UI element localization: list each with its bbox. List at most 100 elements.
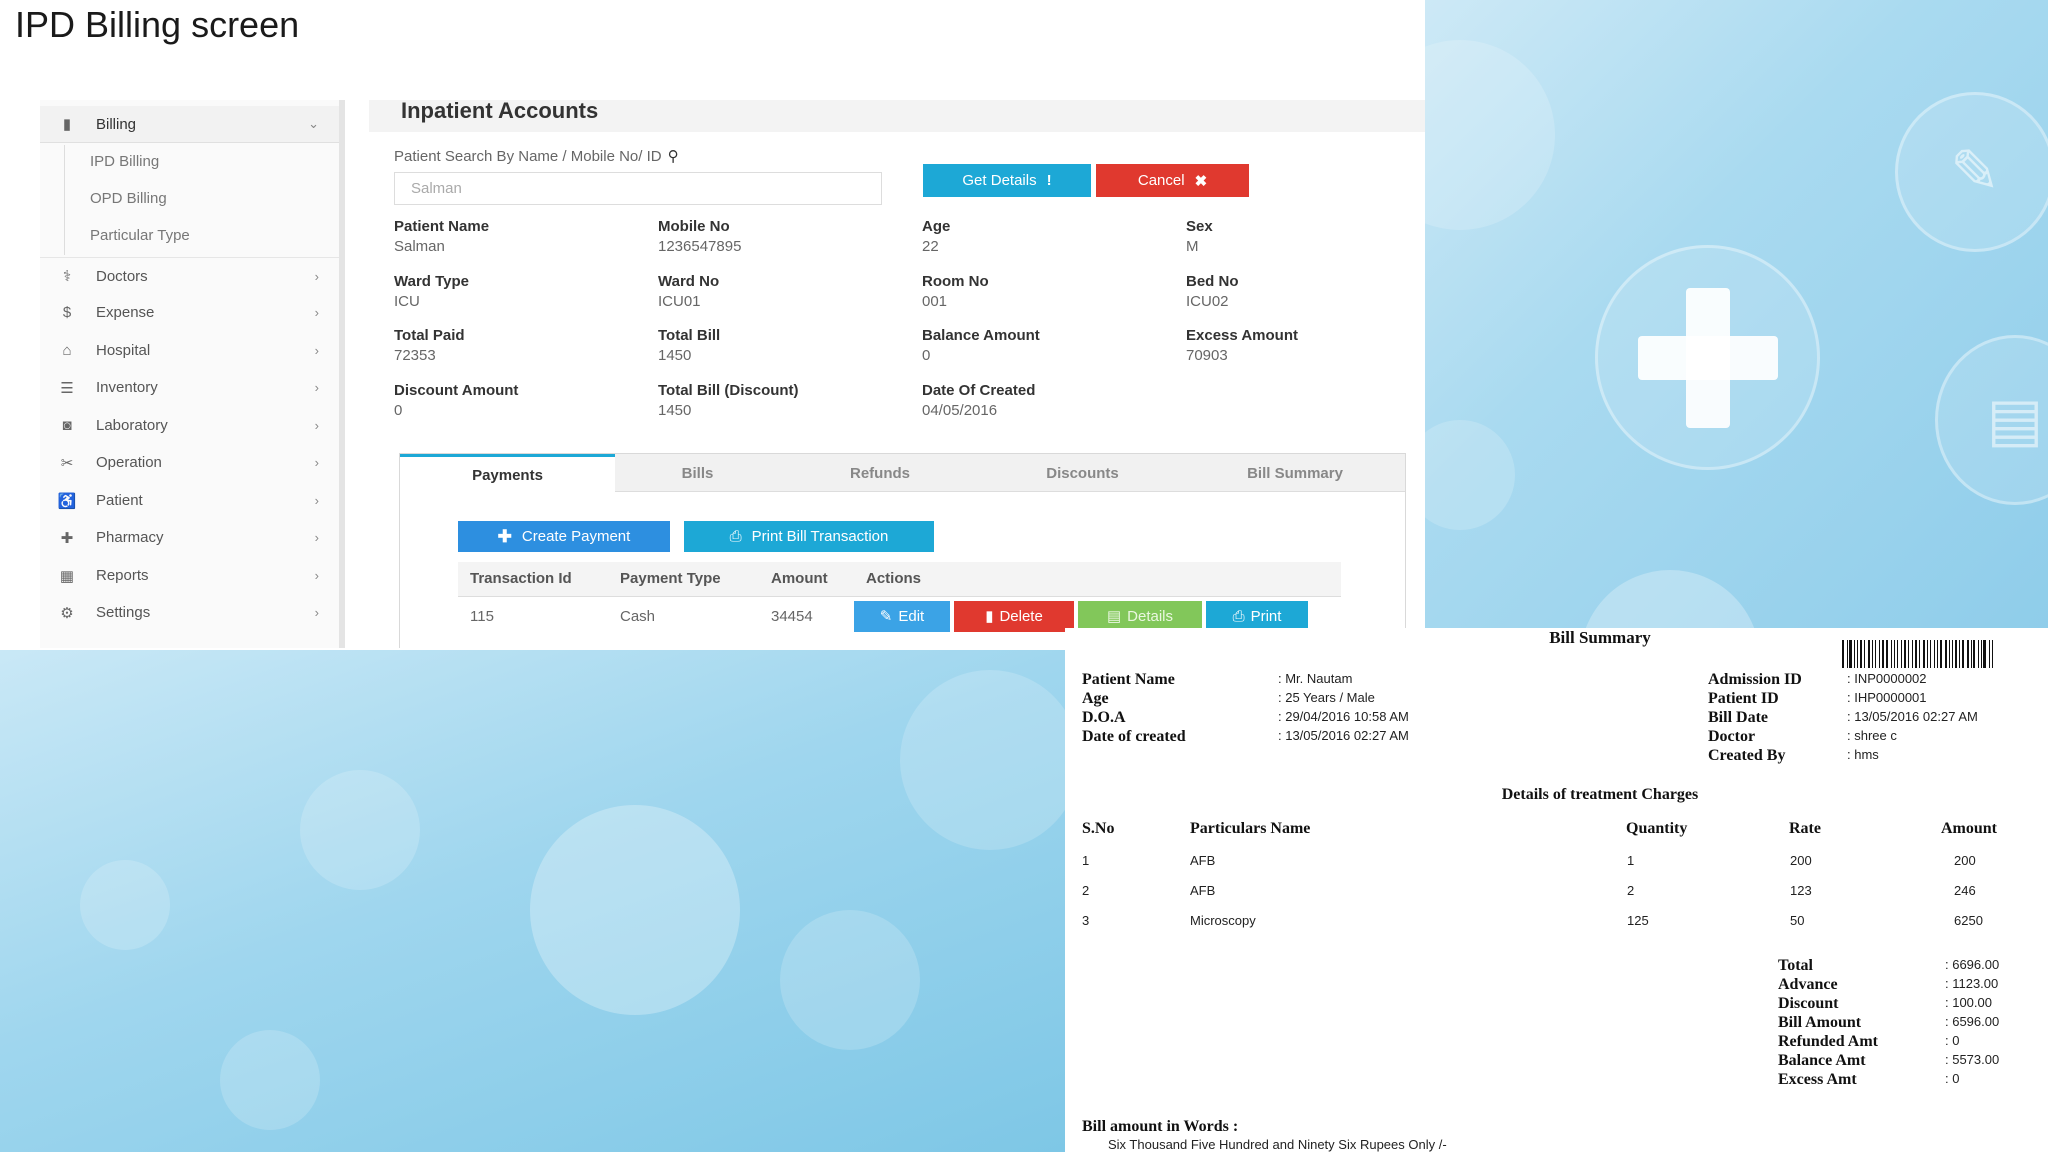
get-details-button[interactable]: Get Details ! [923, 164, 1091, 197]
field-patient-name: Patient Name Salman [394, 218, 654, 255]
field-value: 1450 [658, 402, 692, 419]
transactions-table: Transaction Id Payment Type Amount Actio… [458, 562, 1341, 636]
edit-label: Edit [898, 607, 925, 625]
field-value: ICU [394, 293, 420, 310]
bokeh-circle [220, 1030, 320, 1130]
sidebar-item-laboratory[interactable]: ◙ Laboratory › [40, 407, 339, 444]
chevron-down-icon: ⌄ [308, 116, 319, 131]
cancel-button[interactable]: Cancel ✖ [1096, 164, 1249, 197]
tab-bill-summary[interactable]: Bill Summary [1185, 454, 1405, 492]
sidebar-subitem-particular-type[interactable]: Particular Type [40, 217, 339, 254]
barcode-bar [1897, 640, 1898, 668]
barcode-bar [1955, 640, 1957, 668]
sidebar-item-doctors[interactable]: ⚕ Doctors › [40, 257, 339, 294]
create-payment-label: Create Payment [521, 528, 631, 545]
page-title: Inpatient Accounts [401, 100, 599, 123]
print-bill-transaction-button[interactable]: ⎙ Print Bill Transaction [684, 521, 934, 552]
column-header: Payment Type [608, 562, 759, 597]
laboratory-icon: ◙ [62, 417, 72, 434]
delete-button[interactable]: ▮ Delete [954, 600, 1074, 632]
chevron-right-icon: › [314, 305, 319, 320]
charges-cell: AFB [1190, 883, 1216, 898]
sidebar-item-settings[interactable]: ⚙ Settings › [40, 594, 339, 631]
sidebar-item-inventory[interactable]: ☰ Inventory › [40, 369, 339, 406]
sidebar-item-label: Inventory [96, 379, 158, 396]
sidebar-item-patient[interactable]: ♿ Patient › [40, 482, 339, 519]
delete-label: Delete [999, 607, 1043, 625]
details-icon: ▤ [1106, 608, 1122, 625]
advance-label: Advance [1778, 976, 1838, 993]
bill-summary-document: Bill Summary Patient Name : Mr. Nautam A… [1065, 628, 2048, 1152]
column-header: Amount [759, 562, 854, 597]
tab-bills[interactable]: Bills [615, 454, 780, 492]
field-bed-no: Bed No ICU02 [1186, 273, 1425, 310]
dollar-icon: $ [62, 304, 72, 321]
barcode-bar [1857, 640, 1859, 668]
sidebar-subitem-opd-billing[interactable]: OPD Billing [40, 180, 339, 217]
sidebar-item-reports[interactable]: ▦ Reports › [40, 557, 339, 594]
chevron-right-icon: › [314, 418, 319, 433]
bill-amount-label: Bill Amount [1778, 1014, 1862, 1031]
field-label: Total Paid [394, 327, 465, 344]
transaction-id-cell: 115 [470, 607, 494, 625]
barcode-bar [1991, 640, 1994, 668]
printer-icon: ⎙ [729, 528, 742, 545]
field-balance-amount: Balance Amount 0 [922, 327, 1182, 364]
edit-button[interactable]: ✎ Edit [854, 600, 950, 632]
medical-cross-icon [1637, 287, 1778, 428]
search-label: Patient Search By Name / Mobile No/ ID ⚲ [394, 147, 679, 166]
charges-cell: AFB [1190, 853, 1216, 868]
barcode-bar [1958, 640, 1960, 668]
tab-refunds[interactable]: Refunds [780, 454, 980, 492]
charges-cell: 200 [1790, 853, 1812, 868]
chevron-right-icon: › [314, 455, 319, 470]
barcode-image [1842, 640, 1994, 668]
field-value: 72353 [394, 347, 436, 364]
barcode-bar [1860, 640, 1862, 668]
sidebar-item-billing[interactable]: ▮ Billing ⌄ [40, 106, 339, 143]
tab-payments[interactable]: Payments [400, 454, 615, 493]
medical-cross-circle-icon [1595, 245, 1820, 470]
sidebar-item-label: Expense [96, 304, 155, 321]
field-label: Total Bill (Discount) [658, 382, 799, 399]
charges-header: Amount [1941, 820, 1998, 837]
bill-value-doctor: : shree c [1847, 728, 1897, 743]
tab-discounts[interactable]: Discounts [980, 454, 1185, 492]
bokeh-circle [530, 805, 740, 1015]
field-label: Bed No [1186, 273, 1239, 290]
barcode-bar [1944, 640, 1947, 668]
field-excess-amount: Excess Amount 70903 [1186, 327, 1425, 364]
field-value: M [1186, 238, 1199, 255]
details-button[interactable]: ▤ Details [1078, 600, 1202, 632]
inventory-icon: ☰ [60, 379, 74, 397]
syringe-circle-icon: ✎ [1895, 92, 2048, 252]
total-value: : 6696.00 [1945, 957, 2000, 972]
bill-label-admission-id: Admission ID [1708, 671, 1802, 688]
barcode-bar [1863, 640, 1865, 668]
bokeh-circle [900, 670, 1065, 850]
background-panel-bottom [0, 650, 1065, 1152]
field-total-bill-discount: Total Bill (Discount) 1450 [658, 382, 918, 419]
barcode-bar [1871, 640, 1874, 668]
bill-value-doa: : 29/04/2016 10:58 AM [1278, 709, 1409, 724]
app-screenshot: ▮ Billing ⌄ IPD Billing OPD Billing Part… [40, 100, 1425, 648]
sidebar-item-expense[interactable]: $ Expense › [40, 294, 339, 331]
create-payment-button[interactable]: ✚ Create Payment [458, 521, 670, 552]
field-sex: Sex M [1186, 218, 1425, 255]
field-value: 0 [922, 347, 931, 364]
charges-cell: 2 [1627, 883, 1635, 898]
print-bill-label: Print Bill Transaction [751, 528, 889, 545]
barcode-bar [1867, 640, 1870, 668]
tabs-panel: Payments Bills Refunds Discounts Bill Su… [399, 453, 1406, 648]
sidebar-item-operation[interactable]: ✂ Operation › [40, 444, 339, 481]
sidebar-item-label: Reports [96, 567, 149, 584]
billing-icon: ▮ [62, 116, 72, 133]
patient-icon: ♿ [57, 492, 77, 510]
field-total-bill: Total Bill 1450 [658, 327, 918, 364]
bill-value-admission-id: : INP0000002 [1847, 671, 1927, 686]
sidebar-subitem-ipd-billing[interactable]: IPD Billing [40, 143, 339, 180]
sidebar-item-hospital[interactable]: ⌂ Hospital › [40, 332, 339, 369]
patient-search-input[interactable] [394, 172, 882, 205]
charges-cell: 6250 [1954, 913, 1983, 928]
sidebar-item-pharmacy[interactable]: ✚ Pharmacy › [40, 519, 339, 556]
